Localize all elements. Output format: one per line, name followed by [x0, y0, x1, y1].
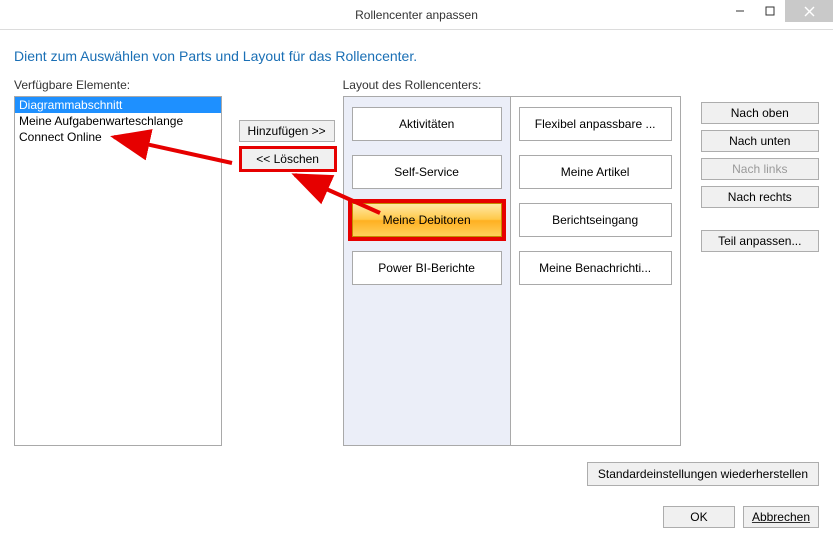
move-up-button[interactable]: Nach oben [701, 102, 819, 124]
available-listbox[interactable]: Diagrammabschnitt Meine Aufgabenwartesch… [14, 96, 222, 446]
list-item[interactable]: Connect Online [15, 129, 221, 145]
right-buttons-column: Nach oben Nach unten Nach links Nach rec… [701, 78, 819, 446]
layout-label: Layout des Rollencenters: [343, 78, 681, 92]
remove-button[interactable]: << Löschen [241, 148, 335, 170]
move-down-button[interactable]: Nach unten [701, 130, 819, 152]
titlebar: Rollencenter anpassen [0, 0, 833, 30]
customize-part-button[interactable]: Teil anpassen... [701, 230, 819, 252]
window-controls [725, 0, 833, 24]
layout-part-selected[interactable]: Meine Debitoren [352, 203, 502, 237]
work-area: Verfügbare Elemente: Diagrammabschnitt M… [14, 78, 819, 446]
dialog-subtitle: Dient zum Auswählen von Parts und Layout… [14, 48, 819, 64]
layout-part[interactable]: Berichtseingang [519, 203, 672, 237]
minimize-button[interactable] [725, 0, 755, 22]
available-label: Verfügbare Elemente: [14, 78, 226, 92]
layout-left-column[interactable]: Aktivitäten Self-Service Meine Debitoren… [344, 97, 511, 445]
restore-defaults-button[interactable]: Standardeinstellungen wiederherstellen [587, 462, 819, 486]
ok-button[interactable]: OK [663, 506, 735, 528]
layout-part[interactable]: Self-Service [352, 155, 502, 189]
layout-part[interactable]: Meine Artikel [519, 155, 672, 189]
window-title: Rollencenter anpassen [0, 8, 833, 22]
middle-column: Hinzufügen >> << Löschen [226, 78, 335, 446]
cancel-button[interactable]: Abbrechen [743, 506, 819, 528]
layout-part[interactable]: Aktivitäten [352, 107, 502, 141]
move-left-button[interactable]: Nach links [701, 158, 819, 180]
layout-part[interactable]: Meine Benachrichti... [519, 251, 672, 285]
restore-defaults-row: Standardeinstellungen wiederherstellen [587, 462, 819, 486]
content-area: Dient zum Auswählen von Parts und Layout… [0, 30, 833, 456]
list-item[interactable]: Meine Aufgabenwarteschlange [15, 113, 221, 129]
close-button[interactable] [785, 0, 833, 22]
move-right-button[interactable]: Nach rechts [701, 186, 819, 208]
layout-panel: Aktivitäten Self-Service Meine Debitoren… [343, 96, 681, 446]
list-item[interactable]: Diagrammabschnitt [15, 97, 221, 113]
layout-part[interactable]: Power BI-Berichte [352, 251, 502, 285]
layout-column: Layout des Rollencenters: Aktivitäten Se… [343, 78, 681, 446]
layout-right-column[interactable]: Flexibel anpassbare ... Meine Artikel Be… [511, 97, 680, 445]
dialog-buttons-row: OK Abbrechen [663, 506, 819, 528]
layout-part[interactable]: Flexibel anpassbare ... [519, 107, 672, 141]
add-button[interactable]: Hinzufügen >> [239, 120, 335, 142]
cancel-label: Abbrechen [752, 510, 810, 524]
available-column: Verfügbare Elemente: Diagrammabschnitt M… [14, 78, 226, 446]
maximize-button[interactable] [755, 0, 785, 22]
